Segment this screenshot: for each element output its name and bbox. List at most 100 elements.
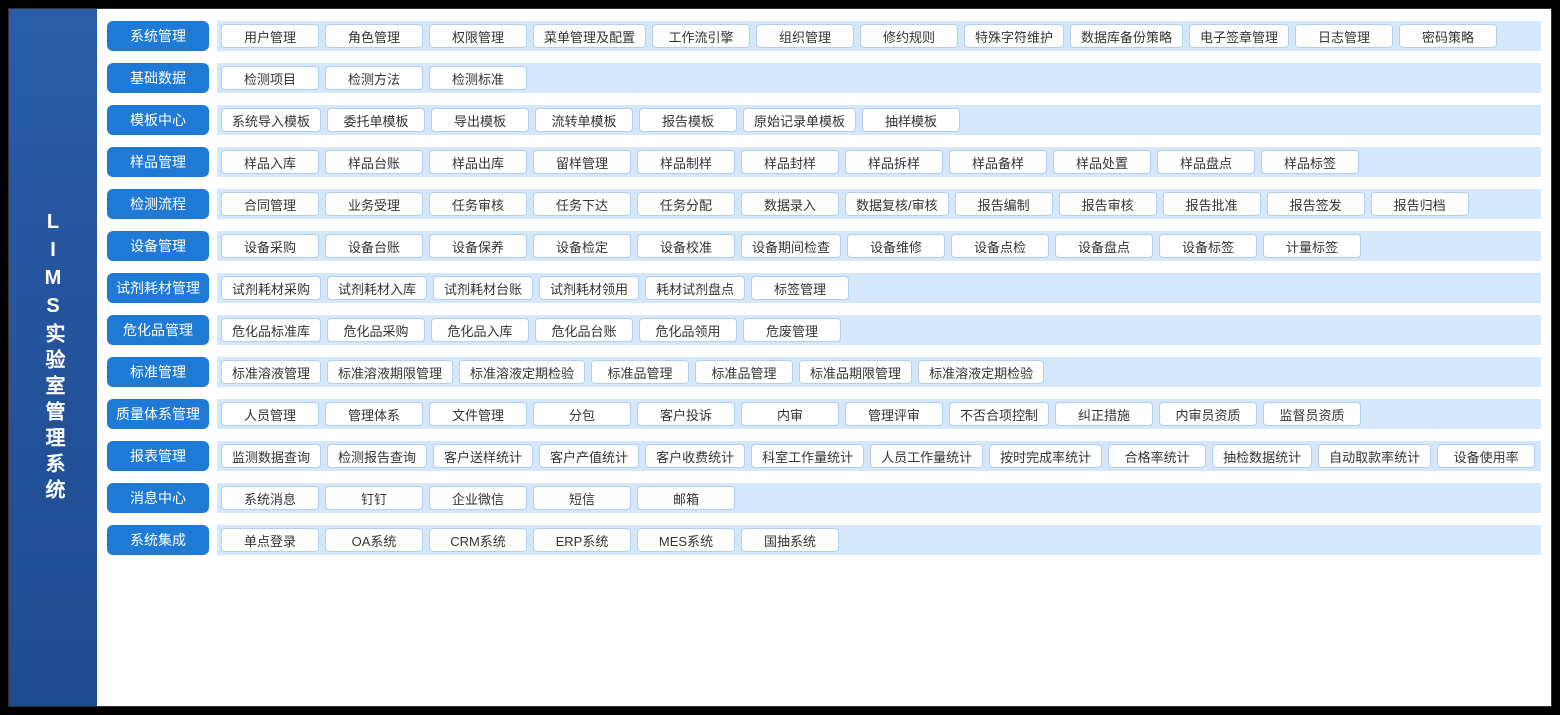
module-item: CRM系统 — [429, 528, 527, 552]
module-item: 任务分配 — [637, 192, 735, 216]
module-item: 日志管理 — [1295, 24, 1393, 48]
module-item: 设备台账 — [325, 234, 423, 258]
module-item: 分包 — [533, 402, 631, 426]
category-label: 危化品管理 — [107, 315, 209, 345]
module-item: 设备保养 — [429, 234, 527, 258]
module-item: 耗材试剂盘点 — [645, 276, 745, 300]
module-row: 标准管理标准溶液管理标准溶液期限管理标准溶液定期检验标准品管理标准品管理标准品期… — [107, 357, 1541, 387]
module-item: 内审 — [741, 402, 839, 426]
module-item: 检测标准 — [429, 66, 527, 90]
items-container: 监测数据查询检测报告查询客户送样统计客户产值统计客户收费统计科室工作量统计人员工… — [217, 441, 1541, 471]
module-item: 文件管理 — [429, 402, 527, 426]
content-area: 系统管理用户管理角色管理权限管理菜单管理及配置工作流引擎组织管理修约规则特殊字符… — [97, 9, 1551, 706]
module-item: 密码策略 — [1399, 24, 1497, 48]
module-item: 菜单管理及配置 — [533, 24, 646, 48]
category-label: 检测流程 — [107, 189, 209, 219]
module-item: 电子签章管理 — [1189, 24, 1289, 48]
module-item: 自动取款率统计 — [1318, 444, 1431, 468]
module-item: ERP系统 — [533, 528, 631, 552]
module-item: 样品备样 — [949, 150, 1047, 174]
items-container: 设备采购设备台账设备保养设备检定设备校准设备期间检查设备维修设备点检设备盘点设备… — [217, 231, 1541, 261]
module-row: 系统管理用户管理角色管理权限管理菜单管理及配置工作流引擎组织管理修约规则特殊字符… — [107, 21, 1541, 51]
items-container: 系统导入模板委托单模板导出模板流转单模板报告模板原始记录单模板抽样模板 — [217, 105, 1541, 135]
module-item: 国抽系统 — [741, 528, 839, 552]
category-label: 样品管理 — [107, 147, 209, 177]
module-item: 管理评审 — [845, 402, 943, 426]
module-item: 设备使用率 — [1437, 444, 1535, 468]
module-item: 留样管理 — [533, 150, 631, 174]
module-item: 设备标签 — [1159, 234, 1257, 258]
sidebar: LIMS实验室管理系统 — [9, 9, 97, 706]
module-item: 内审员资质 — [1159, 402, 1257, 426]
category-label: 质量体系管理 — [107, 399, 209, 429]
module-item: 角色管理 — [325, 24, 423, 48]
module-item: 设备期间检查 — [741, 234, 841, 258]
module-item: 标准溶液定期检验 — [459, 360, 585, 384]
module-item: 短信 — [533, 486, 631, 510]
module-item: 报告编制 — [955, 192, 1053, 216]
category-label: 消息中心 — [107, 483, 209, 513]
module-item: 样品标签 — [1261, 150, 1359, 174]
module-item: 业务受理 — [325, 192, 423, 216]
module-row: 系统集成单点登录OA系统CRM系统ERP系统MES系统国抽系统 — [107, 525, 1541, 555]
category-label: 系统管理 — [107, 21, 209, 51]
module-item: 数据录入 — [741, 192, 839, 216]
items-container: 系统消息钉钉企业微信短信邮箱 — [217, 483, 1541, 513]
module-item: 样品拆样 — [845, 150, 943, 174]
module-item: 试剂耗材采购 — [221, 276, 321, 300]
module-item: 工作流引擎 — [652, 24, 750, 48]
module-row: 消息中心系统消息钉钉企业微信短信邮箱 — [107, 483, 1541, 513]
module-item: 样品制样 — [637, 150, 735, 174]
category-label: 基础数据 — [107, 63, 209, 93]
module-item: 样品处置 — [1053, 150, 1151, 174]
module-item: 数据复核/审核 — [845, 192, 949, 216]
module-item: 按时完成率统计 — [989, 444, 1102, 468]
module-item: 客户送样统计 — [433, 444, 533, 468]
module-row: 报表管理监测数据查询检测报告查询客户送样统计客户产值统计客户收费统计科室工作量统… — [107, 441, 1541, 471]
module-item: 标准溶液定期检验 — [918, 360, 1044, 384]
module-item: 设备采购 — [221, 234, 319, 258]
lims-architecture-diagram: LIMS实验室管理系统 系统管理用户管理角色管理权限管理菜单管理及配置工作流引擎… — [8, 8, 1552, 707]
category-label: 模板中心 — [107, 105, 209, 135]
module-row: 样品管理样品入库样品台账样品出库留样管理样品制样样品封样样品拆样样品备样样品处置… — [107, 147, 1541, 177]
module-item: 组织管理 — [756, 24, 854, 48]
module-item: 危化品采购 — [327, 318, 425, 342]
items-container: 单点登录OA系统CRM系统ERP系统MES系统国抽系统 — [217, 525, 1541, 555]
module-item: 设备检定 — [533, 234, 631, 258]
module-row: 模板中心系统导入模板委托单模板导出模板流转单模板报告模板原始记录单模板抽样模板 — [107, 105, 1541, 135]
module-item: 流转单模板 — [535, 108, 633, 132]
module-item: 合同管理 — [221, 192, 319, 216]
module-item: 抽检数据统计 — [1212, 444, 1312, 468]
module-item: 客户投诉 — [637, 402, 735, 426]
module-item: 报告审核 — [1059, 192, 1157, 216]
module-item: 标准品管理 — [695, 360, 793, 384]
module-row: 设备管理设备采购设备台账设备保养设备检定设备校准设备期间检查设备维修设备点检设备… — [107, 231, 1541, 261]
module-item: 特殊字符维护 — [964, 24, 1064, 48]
module-item: 检测报告查询 — [327, 444, 427, 468]
module-item: 系统消息 — [221, 486, 319, 510]
module-item: 检测方法 — [325, 66, 423, 90]
module-item: 样品入库 — [221, 150, 319, 174]
module-item: 不否合项控制 — [949, 402, 1049, 426]
module-item: 标准溶液管理 — [221, 360, 321, 384]
module-item: 监督员资质 — [1263, 402, 1361, 426]
items-container: 合同管理业务受理任务审核任务下达任务分配数据录入数据复核/审核报告编制报告审核报… — [217, 189, 1541, 219]
module-item: OA系统 — [325, 528, 423, 552]
module-item: 标准品期限管理 — [799, 360, 912, 384]
category-label: 报表管理 — [107, 441, 209, 471]
module-item: 权限管理 — [429, 24, 527, 48]
items-container: 人员管理管理体系文件管理分包客户投诉内审管理评审不否合项控制纠正措施内审员资质监… — [217, 399, 1541, 429]
module-item: 危化品领用 — [639, 318, 737, 342]
module-item: 标准溶液期限管理 — [327, 360, 453, 384]
module-item: 报告模板 — [639, 108, 737, 132]
module-item: 报告归档 — [1371, 192, 1469, 216]
module-row: 基础数据检测项目检测方法检测标准 — [107, 63, 1541, 93]
category-label: 试剂耗材管理 — [107, 273, 209, 303]
module-item: 任务下达 — [533, 192, 631, 216]
module-item: 修约规则 — [860, 24, 958, 48]
module-item: 危化品标准库 — [221, 318, 321, 342]
module-item: 设备盘点 — [1055, 234, 1153, 258]
module-item: 设备校准 — [637, 234, 735, 258]
sidebar-title: LIMS实验室管理系统 — [39, 211, 67, 505]
module-item: 邮箱 — [637, 486, 735, 510]
